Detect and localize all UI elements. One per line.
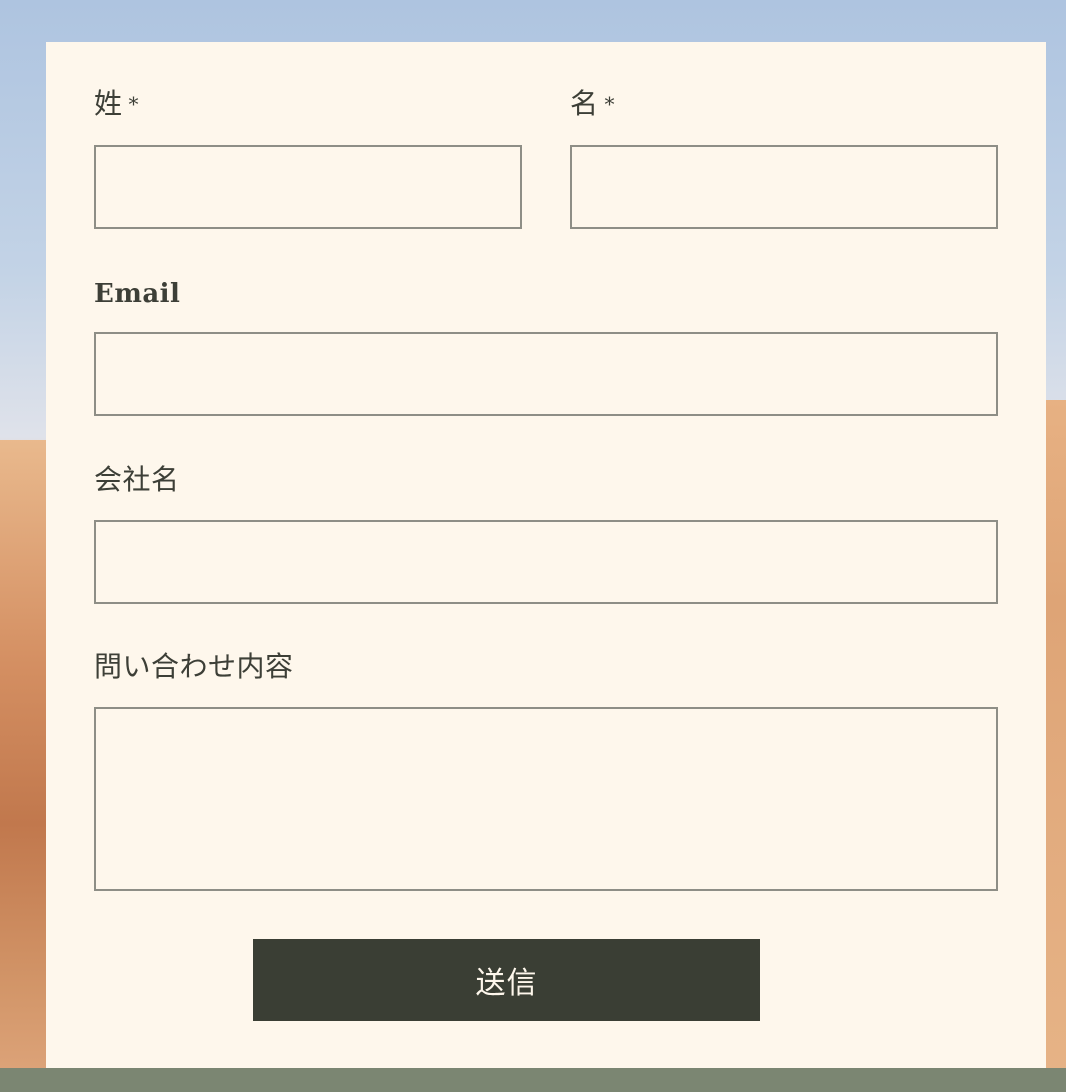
first-name-label-text: 名 xyxy=(570,87,599,120)
company-input[interactable] xyxy=(94,520,998,604)
email-input[interactable] xyxy=(94,332,998,416)
email-label: Email xyxy=(94,279,181,309)
required-mark: * xyxy=(128,92,140,116)
contact-form: 姓 * 名 * Email 会社名 問い合わせ内容 送信 xyxy=(46,42,1046,1068)
footer-strip xyxy=(0,1068,1066,1092)
message-textarea[interactable] xyxy=(94,707,998,891)
first-name-input[interactable] xyxy=(570,145,998,229)
required-mark: * xyxy=(604,92,616,116)
message-label: 問い合わせ内容 xyxy=(94,650,294,683)
last-name-label: 姓 * xyxy=(94,88,139,120)
first-name-label: 名 * xyxy=(570,88,615,120)
last-name-input[interactable] xyxy=(94,145,522,229)
company-label: 会社名 xyxy=(94,463,180,496)
submit-button[interactable]: 送信 xyxy=(253,939,760,1021)
last-name-label-text: 姓 xyxy=(94,87,123,120)
